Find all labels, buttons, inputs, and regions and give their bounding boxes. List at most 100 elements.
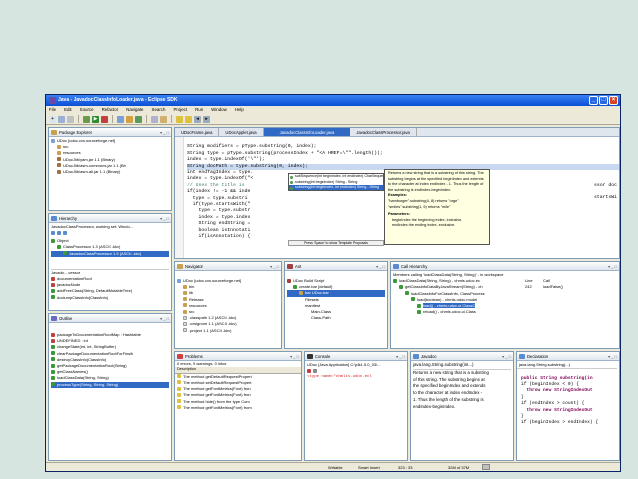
table-row[interactable]: The method getFontMetrics(Font) from	[175, 405, 301, 411]
project-icon	[51, 138, 55, 143]
package-icon	[51, 130, 57, 135]
item-label: packageToDocumentationRootMap : Hashtabl…	[57, 332, 141, 337]
view-menu-icon[interactable]: ▾ _ □	[608, 262, 617, 271]
assist-item-selected[interactable]: substring(int beginIndex, int endIndex) …	[289, 185, 383, 190]
view-menu-icon[interactable]: ▾ _ □	[290, 352, 299, 361]
view-menu-icon[interactable]: ▾ _ □	[160, 314, 169, 323]
item-label: destroyClassInfo(ClassInfo)	[57, 356, 107, 362]
menu-help[interactable]: Help	[235, 106, 244, 114]
view-menu-icon[interactable]: ▾ _ □	[376, 262, 385, 271]
new-icon[interactable]: +	[49, 115, 56, 123]
type-hierarchy-icon[interactable]	[51, 230, 55, 235]
view-menu-icon[interactable]: ▾ _ □	[502, 352, 511, 361]
debug-icon[interactable]	[83, 115, 90, 123]
forward-icon[interactable]: ▸	[203, 115, 210, 123]
gc-icon[interactable]	[482, 464, 490, 470]
list-item[interactable]: UDocJlib/asm-all.jar 1.1 (Binary)	[51, 169, 169, 175]
tab-javadocclassprocessor[interactable]: JavadocClassProcessor.java	[350, 128, 417, 136]
ant-tab[interactable]: Ant ▾ _ □	[285, 262, 387, 271]
list-item[interactable]: reload() - chmls.udoc.ui.Class	[393, 309, 617, 315]
menu-source[interactable]: Source	[80, 106, 94, 114]
navigator-tab[interactable]: Navigator ▾ _ □	[175, 262, 281, 271]
search-icon[interactable]	[160, 115, 167, 123]
supertype-icon[interactable]	[57, 230, 61, 235]
tab-udocapplet[interactable]: UDocApplet.java	[219, 128, 264, 136]
item-label: loadClassData(String, String)	[57, 375, 109, 381]
view-menu-icon[interactable]: ▾ _ □	[396, 352, 405, 361]
call-hierarchy-tab[interactable]: Call Hierarchy ▾ _ □	[391, 262, 619, 271]
menu-project[interactable]: Project	[173, 106, 187, 114]
content-assist-popup[interactable]: subSequence(int beginIndex, int endIndex…	[288, 173, 384, 191]
save-icon[interactable]	[58, 115, 65, 123]
javadoc-icon	[413, 354, 419, 359]
open-type-icon[interactable]	[151, 115, 158, 123]
clear-console-icon[interactable]	[313, 368, 317, 373]
new-package-icon[interactable]	[126, 115, 133, 123]
list-item[interactable]: Class-Path	[287, 315, 385, 321]
javadoc-line: Returns a new string that is a substring	[413, 369, 489, 375]
list-item-selected[interactable]: processType(String, String, String)	[51, 381, 169, 388]
file-icon	[183, 315, 187, 320]
package-explorer-tab[interactable]: Package Explorer ▾ _ □	[49, 128, 171, 137]
maximize-button[interactable]: □	[599, 96, 608, 105]
javadoc-line: endIndex-beginIndex.	[413, 403, 456, 409]
declaration-tab[interactable]: Declaration ▾ _ □	[517, 352, 619, 361]
print-icon[interactable]	[67, 115, 74, 123]
close-button[interactable]: ×	[609, 96, 618, 105]
javadoc-line: to the character at index endIndex -	[413, 390, 483, 396]
menu-navigate[interactable]: Navigate	[126, 106, 143, 114]
external-tools-icon[interactable]	[101, 115, 108, 123]
status-insert-mode: Smart Insert	[358, 465, 380, 470]
menu-edit[interactable]: Edit	[64, 106, 72, 114]
list-item[interactable]: doclumpClassInfo(ClassInfo)	[51, 295, 169, 301]
tab-label: Navigator	[185, 264, 203, 269]
warning-icon	[177, 392, 181, 397]
menu-run[interactable]: Run	[195, 106, 203, 114]
new-class-icon[interactable]	[135, 115, 142, 123]
item-label: processType(String, String, String)	[57, 381, 119, 387]
view-menu-icon[interactable]: ▾ _ □	[270, 262, 279, 271]
status-bar: Writable Smart Insert 323 : 33 32M of 37…	[46, 462, 620, 471]
menu-file[interactable]: File	[49, 106, 56, 114]
tab-udocframe[interactable]: UDocFrame.java	[175, 128, 220, 136]
back-icon[interactable]: ◂	[194, 115, 201, 123]
javadoc-line: of this string. The substring begins at	[413, 376, 485, 382]
menu-refactor[interactable]: Refactor	[102, 106, 119, 114]
view-menu-icon[interactable]: ▾ _ □	[160, 214, 169, 223]
problems-tab[interactable]: Problems ▾ _ □	[175, 352, 301, 361]
row-label: The method getFontMetrics(Font) fron	[183, 386, 251, 392]
javadoc-tab[interactable]: Javadoc ▾ _ □	[411, 352, 513, 361]
status-cursor-position: 323 : 33	[398, 465, 413, 470]
run-icon[interactable]: ▶	[92, 115, 99, 123]
problems-panel: Problems ▾ _ □ 0 errors, 9 warnings, 0 in…	[174, 351, 302, 461]
terminate-icon[interactable]	[307, 368, 311, 373]
doc-param: endIndex the ending index, exclusive.	[392, 223, 456, 228]
method-icon	[399, 284, 403, 289]
tab-label: Problems	[185, 354, 203, 359]
new-java-project-icon[interactable]	[117, 115, 124, 123]
column-header-description[interactable]: Description	[175, 367, 196, 373]
menu-search[interactable]: Search	[152, 106, 166, 114]
view-menu-icon[interactable]: ▾ _ □	[608, 352, 617, 361]
minimize-button[interactable]: _	[589, 96, 598, 105]
javadoc-header: java.lang.String.substring(int...)	[413, 362, 511, 370]
item-label: bar UDoc.bar	[305, 290, 329, 296]
list-item-selected[interactable]: JavadocClassProcessor 1.5 (ASCII -kkv)	[51, 250, 169, 257]
field-icon	[51, 276, 55, 281]
warning-icon	[177, 380, 181, 385]
outline-tab[interactable]: Outline ▾ _ □	[49, 314, 171, 323]
menu-window[interactable]: Window	[211, 106, 227, 114]
tab-label: Hierarchy	[59, 216, 77, 221]
tab-label: Call Hierarchy	[401, 264, 428, 269]
method-icon	[51, 351, 55, 356]
console-tab[interactable]: Console ▾ _ □	[305, 352, 407, 361]
list-item[interactable]: .project 1.1 (ASCII -kkv)	[177, 328, 279, 334]
code-fragment: startsWi	[593, 195, 617, 201]
tab-javadocclassinfoloader[interactable]: JavadocClassInfoLoader.java	[263, 128, 351, 136]
prev-annotation-icon[interactable]	[185, 115, 192, 123]
next-annotation-icon[interactable]	[176, 115, 183, 123]
subtype-icon[interactable]	[63, 230, 67, 235]
item-label: src	[189, 309, 195, 315]
hierarchy-tab[interactable]: Hierarchy ▾ _ □	[49, 214, 171, 223]
view-menu-icon[interactable]: ▾ _ □	[160, 128, 169, 137]
